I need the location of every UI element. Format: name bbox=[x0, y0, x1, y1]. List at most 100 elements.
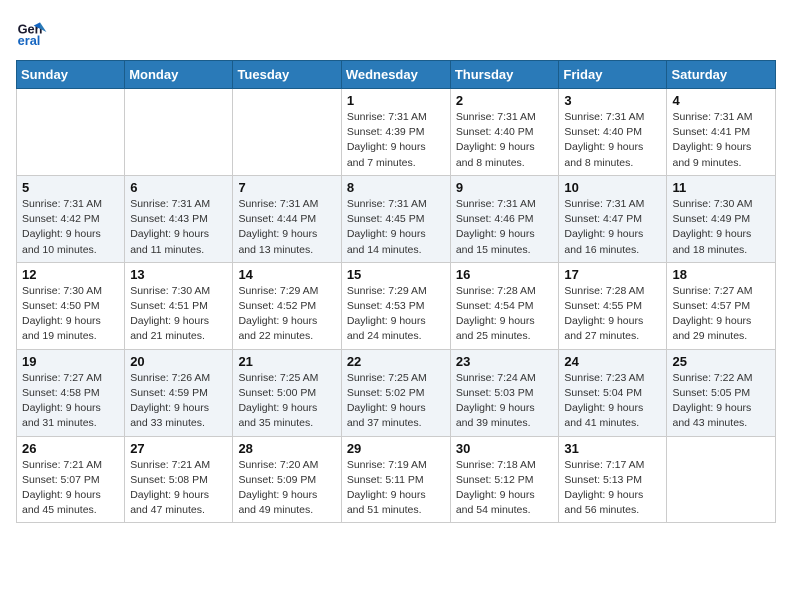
calendar-cell: 19 Sunrise: 7:27 AM Sunset: 4:58 PM Dayli… bbox=[17, 349, 125, 436]
day-number: 16 bbox=[456, 267, 554, 282]
day-number: 14 bbox=[238, 267, 335, 282]
page-header: Gen eral bbox=[16, 16, 776, 48]
day-number: 12 bbox=[22, 267, 119, 282]
day-number: 24 bbox=[564, 354, 661, 369]
day-info: Sunrise: 7:30 AM Sunset: 4:50 PM Dayligh… bbox=[22, 284, 119, 345]
calendar-cell: 15 Sunrise: 7:29 AM Sunset: 4:53 PM Dayli… bbox=[341, 262, 450, 349]
calendar-cell bbox=[125, 89, 233, 176]
calendar-cell: 24 Sunrise: 7:23 AM Sunset: 5:04 PM Dayli… bbox=[559, 349, 667, 436]
day-info: Sunrise: 7:27 AM Sunset: 4:58 PM Dayligh… bbox=[22, 371, 119, 432]
calendar-cell: 6 Sunrise: 7:31 AM Sunset: 4:43 PM Daylig… bbox=[125, 175, 233, 262]
day-info: Sunrise: 7:31 AM Sunset: 4:39 PM Dayligh… bbox=[347, 110, 445, 171]
day-number: 11 bbox=[672, 180, 770, 195]
day-info: Sunrise: 7:23 AM Sunset: 5:04 PM Dayligh… bbox=[564, 371, 661, 432]
day-info: Sunrise: 7:26 AM Sunset: 4:59 PM Dayligh… bbox=[130, 371, 227, 432]
calendar-cell: 10Sunrise: 7:31 AM Sunset: 4:47 PM Dayli… bbox=[559, 175, 667, 262]
day-number: 31 bbox=[564, 441, 661, 456]
day-number: 7 bbox=[238, 180, 335, 195]
calendar-cell: 30 Sunrise: 7:18 AM Sunset: 5:12 PM Dayli… bbox=[450, 436, 559, 523]
weekday-header-cell: Wednesday bbox=[341, 61, 450, 89]
day-info: Sunrise: 7:30 AM Sunset: 4:49 PM Dayligh… bbox=[672, 197, 770, 258]
day-number: 29 bbox=[347, 441, 445, 456]
calendar-cell: 12 Sunrise: 7:30 AM Sunset: 4:50 PM Dayli… bbox=[17, 262, 125, 349]
calendar-cell: 25 Sunrise: 7:22 AM Sunset: 5:05 PM Dayli… bbox=[667, 349, 776, 436]
day-info: Sunrise: 7:28 AM Sunset: 4:54 PM Dayligh… bbox=[456, 284, 554, 345]
day-info: Sunrise: 7:31 AM Sunset: 4:42 PM Dayligh… bbox=[22, 197, 119, 258]
day-info: Sunrise: 7:17 AM Sunset: 5:13 PM Dayligh… bbox=[564, 458, 661, 519]
weekday-header-cell: Sunday bbox=[17, 61, 125, 89]
day-number: 2 bbox=[456, 93, 554, 108]
calendar-cell: 7 Sunrise: 7:31 AM Sunset: 4:44 PM Daylig… bbox=[233, 175, 341, 262]
weekday-header-cell: Saturday bbox=[667, 61, 776, 89]
calendar-cell: 1Sunrise: 7:31 AM Sunset: 4:39 PM Daylig… bbox=[341, 89, 450, 176]
day-number: 20 bbox=[130, 354, 227, 369]
calendar-cell: 8 Sunrise: 7:31 AM Sunset: 4:45 PM Daylig… bbox=[341, 175, 450, 262]
day-info: Sunrise: 7:22 AM Sunset: 5:05 PM Dayligh… bbox=[672, 371, 770, 432]
calendar-week-row: 19 Sunrise: 7:27 AM Sunset: 4:58 PM Dayli… bbox=[17, 349, 776, 436]
logo: Gen eral bbox=[16, 16, 52, 48]
day-info: Sunrise: 7:31 AM Sunset: 4:44 PM Dayligh… bbox=[238, 197, 335, 258]
day-number: 27 bbox=[130, 441, 227, 456]
day-number: 9 bbox=[456, 180, 554, 195]
calendar-cell: 20 Sunrise: 7:26 AM Sunset: 4:59 PM Dayli… bbox=[125, 349, 233, 436]
calendar-cell: 4 Sunrise: 7:31 AM Sunset: 4:41 PM Daylig… bbox=[667, 89, 776, 176]
day-info: Sunrise: 7:31 AM Sunset: 4:47 PM Dayligh… bbox=[564, 197, 661, 258]
day-info: Sunrise: 7:20 AM Sunset: 5:09 PM Dayligh… bbox=[238, 458, 335, 519]
day-number: 18 bbox=[672, 267, 770, 282]
day-number: 8 bbox=[347, 180, 445, 195]
day-info: Sunrise: 7:29 AM Sunset: 4:52 PM Dayligh… bbox=[238, 284, 335, 345]
day-info: Sunrise: 7:31 AM Sunset: 4:45 PM Dayligh… bbox=[347, 197, 445, 258]
day-number: 13 bbox=[130, 267, 227, 282]
calendar-cell: 11 Sunrise: 7:30 AM Sunset: 4:49 PM Dayli… bbox=[667, 175, 776, 262]
day-info: Sunrise: 7:31 AM Sunset: 4:41 PM Dayligh… bbox=[672, 110, 770, 171]
calendar-week-row: 5 Sunrise: 7:31 AM Sunset: 4:42 PM Daylig… bbox=[17, 175, 776, 262]
day-number: 22 bbox=[347, 354, 445, 369]
weekday-header-cell: Friday bbox=[559, 61, 667, 89]
day-number: 30 bbox=[456, 441, 554, 456]
day-info: Sunrise: 7:21 AM Sunset: 5:07 PM Dayligh… bbox=[22, 458, 119, 519]
day-info: Sunrise: 7:30 AM Sunset: 4:51 PM Dayligh… bbox=[130, 284, 227, 345]
day-number: 6 bbox=[130, 180, 227, 195]
calendar-cell: 28 Sunrise: 7:20 AM Sunset: 5:09 PM Dayli… bbox=[233, 436, 341, 523]
day-number: 25 bbox=[672, 354, 770, 369]
day-info: Sunrise: 7:29 AM Sunset: 4:53 PM Dayligh… bbox=[347, 284, 445, 345]
day-info: Sunrise: 7:31 AM Sunset: 4:46 PM Dayligh… bbox=[456, 197, 554, 258]
calendar-week-row: 26 Sunrise: 7:21 AM Sunset: 5:07 PM Dayli… bbox=[17, 436, 776, 523]
day-info: Sunrise: 7:25 AM Sunset: 5:00 PM Dayligh… bbox=[238, 371, 335, 432]
day-info: Sunrise: 7:21 AM Sunset: 5:08 PM Dayligh… bbox=[130, 458, 227, 519]
day-info: Sunrise: 7:19 AM Sunset: 5:11 PM Dayligh… bbox=[347, 458, 445, 519]
day-number: 5 bbox=[22, 180, 119, 195]
calendar-cell: 23 Sunrise: 7:24 AM Sunset: 5:03 PM Dayli… bbox=[450, 349, 559, 436]
day-number: 19 bbox=[22, 354, 119, 369]
calendar-cell: 14 Sunrise: 7:29 AM Sunset: 4:52 PM Dayli… bbox=[233, 262, 341, 349]
calendar-cell: 22Sunrise: 7:25 AM Sunset: 5:02 PM Dayli… bbox=[341, 349, 450, 436]
logo-icon: Gen eral bbox=[16, 16, 48, 48]
day-info: Sunrise: 7:28 AM Sunset: 4:55 PM Dayligh… bbox=[564, 284, 661, 345]
day-info: Sunrise: 7:24 AM Sunset: 5:03 PM Dayligh… bbox=[456, 371, 554, 432]
calendar-body: 1Sunrise: 7:31 AM Sunset: 4:39 PM Daylig… bbox=[17, 89, 776, 523]
calendar-week-row: 12 Sunrise: 7:30 AM Sunset: 4:50 PM Dayli… bbox=[17, 262, 776, 349]
calendar-cell: 16 Sunrise: 7:28 AM Sunset: 4:54 PM Dayli… bbox=[450, 262, 559, 349]
day-number: 4 bbox=[672, 93, 770, 108]
weekday-header-row: SundayMondayTuesdayWednesdayThursdayFrid… bbox=[17, 61, 776, 89]
day-number: 26 bbox=[22, 441, 119, 456]
calendar-cell: 17Sunrise: 7:28 AM Sunset: 4:55 PM Dayli… bbox=[559, 262, 667, 349]
day-number: 15 bbox=[347, 267, 445, 282]
day-number: 21 bbox=[238, 354, 335, 369]
day-info: Sunrise: 7:31 AM Sunset: 4:40 PM Dayligh… bbox=[456, 110, 554, 171]
day-info: Sunrise: 7:18 AM Sunset: 5:12 PM Dayligh… bbox=[456, 458, 554, 519]
day-number: 28 bbox=[238, 441, 335, 456]
day-number: 23 bbox=[456, 354, 554, 369]
calendar-cell: 13 Sunrise: 7:30 AM Sunset: 4:51 PM Dayli… bbox=[125, 262, 233, 349]
calendar-cell bbox=[667, 436, 776, 523]
svg-text:eral: eral bbox=[18, 33, 41, 48]
calendar-cell: 29 Sunrise: 7:19 AM Sunset: 5:11 PM Dayli… bbox=[341, 436, 450, 523]
calendar-cell: 26 Sunrise: 7:21 AM Sunset: 5:07 PM Dayli… bbox=[17, 436, 125, 523]
day-info: Sunrise: 7:31 AM Sunset: 4:43 PM Dayligh… bbox=[130, 197, 227, 258]
weekday-header-cell: Monday bbox=[125, 61, 233, 89]
calendar-cell: 18Sunrise: 7:27 AM Sunset: 4:57 PM Dayli… bbox=[667, 262, 776, 349]
calendar-cell: 3Sunrise: 7:31 AM Sunset: 4:40 PM Daylig… bbox=[559, 89, 667, 176]
calendar-cell bbox=[233, 89, 341, 176]
calendar-cell: 27 Sunrise: 7:21 AM Sunset: 5:08 PM Dayli… bbox=[125, 436, 233, 523]
calendar-table: SundayMondayTuesdayWednesdayThursdayFrid… bbox=[16, 60, 776, 523]
